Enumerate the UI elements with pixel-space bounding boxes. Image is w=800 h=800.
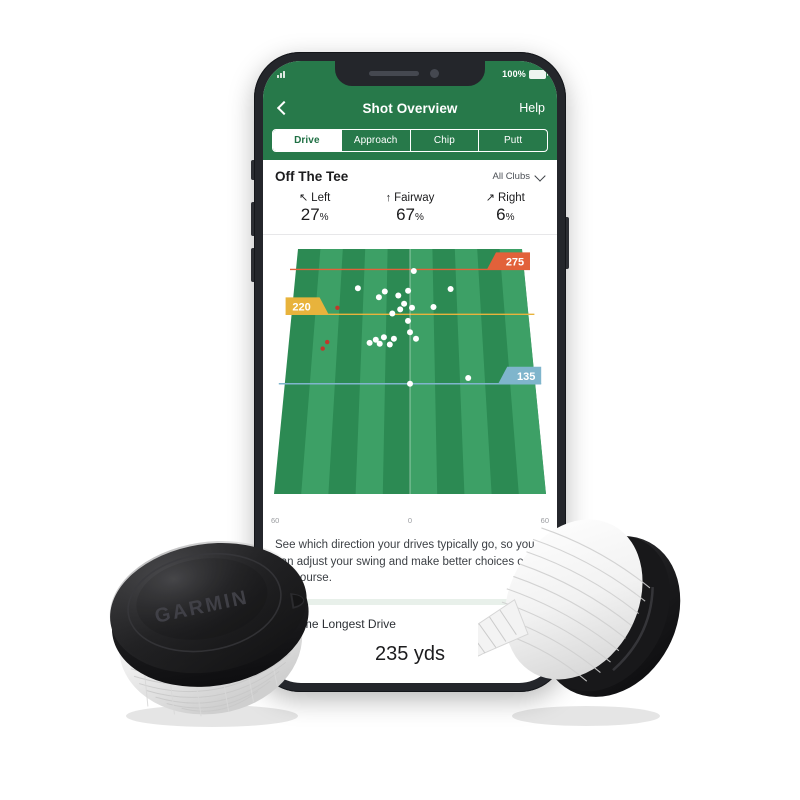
sensor-shadow <box>512 706 660 726</box>
earpiece-speaker <box>369 71 419 76</box>
tab-chip[interactable]: Chip <box>411 130 480 151</box>
shot-dot <box>354 285 361 292</box>
stat-label: Left <box>311 192 331 204</box>
shot-dot <box>397 306 404 313</box>
garmin-sensor-side <box>458 518 682 730</box>
status-bar: 100% <box>263 61 557 91</box>
shot-dot <box>407 380 413 387</box>
arrow-left-curve-icon: ↖ <box>298 191 309 204</box>
shot-dot <box>366 339 373 346</box>
arrow-right-curve-icon: ↗ <box>485 191 495 204</box>
signal-bars-icon <box>277 70 285 78</box>
miss-dot <box>325 339 330 345</box>
club-filter-label: All Clubs <box>492 171 531 182</box>
club-filter-dropdown[interactable]: All Clubs <box>493 171 546 182</box>
stat-unit: % <box>415 212 424 223</box>
shot-dot <box>447 286 454 292</box>
tab-drive[interactable]: Drive <box>273 130 342 151</box>
stat-right: ↗ Right 6% <box>458 192 553 225</box>
nav-bar: Shot Overview Help <box>263 91 557 125</box>
shot-dot <box>413 335 419 342</box>
stat-label: Fairway <box>394 192 435 204</box>
shot-dot <box>409 304 415 311</box>
shot-dot <box>395 292 402 299</box>
shot-dot <box>405 317 411 324</box>
shot-dot <box>407 329 413 336</box>
phone-notch <box>335 61 485 86</box>
stat-value: 27 <box>300 205 320 224</box>
phone-volume-up-button[interactable] <box>251 160 254 180</box>
stat-label: Right <box>498 192 525 204</box>
arrow-up-icon: ↑ <box>385 191 392 204</box>
shot-dot <box>389 310 396 317</box>
tab-putt[interactable]: Putt <box>479 130 547 151</box>
battery-full-icon <box>529 69 548 79</box>
tab-bar: Drive Approach Chip Putt <box>263 125 557 160</box>
miss-dot <box>320 346 325 351</box>
battery-status: 100% <box>502 69 548 79</box>
stat-value: 67 <box>396 205 415 224</box>
page-title: Shot Overview <box>362 100 458 116</box>
chevron-left-icon[interactable] <box>274 100 290 116</box>
shot-dot <box>386 341 393 348</box>
shot-dot <box>380 334 387 341</box>
section-header: Off The Tee All Clubs <box>263 160 557 187</box>
stat-fairway: ↑ Fairway 67% <box>362 192 457 225</box>
stat-value: 6 <box>496 205 506 224</box>
phone-volume-down-button[interactable] <box>251 248 254 282</box>
shot-dot <box>430 304 437 310</box>
shot-dot <box>405 287 412 294</box>
chevron-down-icon <box>536 172 545 181</box>
battery-percentage: 100% <box>502 69 526 79</box>
shot-dot <box>401 300 408 307</box>
shot-dispersion-chart[interactable]: 275 220 135 60 0 60 <box>263 235 557 527</box>
miss-dot <box>335 305 340 310</box>
stat-unit: % <box>319 212 329 223</box>
help-button[interactable]: Help <box>519 101 545 115</box>
axis-label-center: 0 <box>407 516 413 525</box>
shot-dot <box>375 294 382 301</box>
stat-unit: % <box>505 212 515 223</box>
stats-row: ↖ Left 27% ↑ Fairway 67% ↗ Right 6% <box>263 187 557 235</box>
screenshot-stage: 100% Shot Overview Help Drive Approach C… <box>0 0 800 800</box>
distance-tag-label: 135 <box>517 371 535 383</box>
distance-tag-label: 220 <box>292 301 310 313</box>
distance-tag-label: 275 <box>506 256 524 268</box>
shot-dot <box>376 340 383 347</box>
tab-approach[interactable]: Approach <box>342 130 411 151</box>
front-camera-icon <box>430 69 439 78</box>
shot-dot <box>465 375 472 381</box>
section-title: Off The Tee <box>275 169 349 184</box>
shot-dot <box>410 268 417 274</box>
shot-dot <box>381 288 388 295</box>
chart-canvas: 275 220 135 <box>274 249 546 497</box>
shot-dot <box>390 335 397 342</box>
stat-left: ↖ Left 27% <box>267 192 362 225</box>
garmin-sensor-front: GARMIN <box>96 520 322 728</box>
